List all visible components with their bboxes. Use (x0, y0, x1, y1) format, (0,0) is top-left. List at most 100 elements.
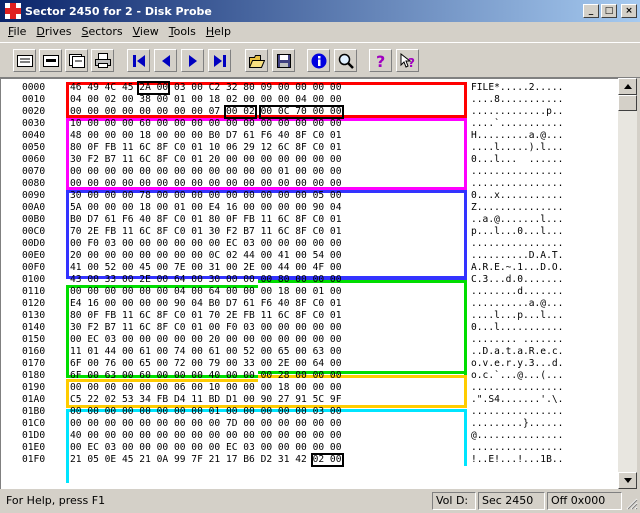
dump-ascii[interactable]: o.c.`...@...(... (471, 370, 563, 382)
menu-help[interactable]: Help (201, 25, 236, 38)
dump-ascii[interactable]: A.R.E.~.1...D.O. (471, 262, 563, 274)
maximize-button[interactable]: □ (601, 4, 617, 18)
view-words-icon[interactable] (39, 49, 62, 72)
dump-offset[interactable]: 00A0 (22, 202, 45, 214)
view-bytes-icon[interactable] (13, 49, 36, 72)
dump-offset[interactable]: 00F0 (22, 262, 45, 274)
dump-offset[interactable]: 0140 (22, 322, 45, 334)
print-icon[interactable] (91, 49, 114, 72)
dump-hex[interactable]: 41 00 52 00 45 00 7E 00 31 00 2E 00 44 0… (70, 262, 341, 274)
dump-offset[interactable]: 00C0 (22, 226, 45, 238)
menu-drives[interactable]: Drives (31, 25, 76, 38)
dump-ascii[interactable]: ....8........... (471, 94, 563, 106)
menu-sectors[interactable]: Sectors (77, 25, 128, 38)
dump-ascii[interactable]: H.........a.@... (471, 130, 563, 142)
dump-ascii[interactable]: 0...l........... (471, 322, 563, 334)
scroll-up-button[interactable] (618, 78, 637, 95)
hex-dump-view[interactable]: 0000 46 49 4C 45 2A 00 03 00 C2 32 80 09 … (0, 78, 618, 489)
vertical-scrollbar[interactable] (618, 78, 637, 489)
dump-offset[interactable]: 0080 (22, 178, 45, 190)
dump-offset[interactable]: 0020 (22, 106, 45, 118)
dump-ascii[interactable]: ....l.....).l... (471, 142, 563, 154)
dump-offset[interactable]: 0110 (22, 286, 45, 298)
dump-hex[interactable]: 30 00 00 00 78 00 00 00 00 00 00 00 00 0… (70, 190, 341, 202)
dump-hex[interactable]: 80 0F FB 11 6C 8F C0 01 70 2E FB 11 6C 8… (70, 310, 341, 322)
dump-hex[interactable]: 43 00 33 00 2E 00 64 00 30 00 00 00 80 0… (70, 274, 341, 286)
dump-offset[interactable]: 0100 (22, 274, 45, 286)
dump-ascii[interactable]: ................ (471, 382, 563, 394)
dump-ascii[interactable]: FILE*.....2..... (471, 82, 563, 94)
dump-ascii[interactable]: ........d....... (471, 286, 563, 298)
dump-offset[interactable]: 01B0 (22, 406, 45, 418)
dump-hex[interactable]: 70 2E FB 11 6C 8F C0 01 30 F2 B7 11 6C 8… (70, 226, 341, 238)
dump-ascii[interactable]: ........ ....... (471, 334, 563, 346)
find-icon[interactable] (334, 49, 357, 72)
close-button[interactable]: × (621, 4, 637, 18)
dump-offset[interactable]: 00D0 (22, 238, 45, 250)
dump-hex[interactable]: 00 00 00 00 00 00 00 00 00 00 00 00 00 0… (70, 178, 341, 190)
dump-hex[interactable]: 00 EC 03 00 00 00 00 00 00 EC 03 00 00 0… (70, 442, 341, 454)
dump-hex[interactable]: 00 00 00 00 00 00 04 00 64 00 00 00 18 0… (70, 286, 341, 298)
context-help-icon[interactable]: ? (396, 49, 419, 72)
dump-ascii[interactable]: ..a.@.......l... (471, 214, 563, 226)
open-icon[interactable] (245, 49, 268, 72)
dump-offset[interactable]: 01D0 (22, 430, 45, 442)
dump-offset[interactable]: 0000 (22, 82, 45, 94)
dump-hex[interactable]: 6F 00 76 00 65 00 72 00 79 00 33 00 2E 0… (70, 358, 341, 370)
dump-ascii[interactable]: @............... (471, 430, 563, 442)
dump-offset[interactable]: 0010 (22, 94, 45, 106)
dump-hex[interactable]: C5 22 02 53 34 FB D4 11 BD D1 00 90 27 9… (70, 394, 341, 406)
dump-ascii[interactable]: ..........a.@... (471, 298, 563, 310)
dump-hex[interactable]: 21 05 0E 45 21 0A 99 7F 21 17 B6 D2 31 4… (70, 454, 341, 466)
dump-ascii[interactable]: ................ (471, 178, 563, 190)
dump-hex[interactable]: 46 49 4C 45 2A 00 03 00 C2 32 80 09 00 0… (70, 82, 341, 94)
dump-ascii[interactable]: ..........D.A.T. (471, 250, 563, 262)
dump-hex[interactable]: 5A 00 00 00 18 00 01 00 E4 16 00 00 00 0… (70, 202, 341, 214)
previous-sector-icon[interactable] (154, 49, 177, 72)
dump-offset[interactable]: 01A0 (22, 394, 45, 406)
dump-offset[interactable]: 0030 (22, 118, 45, 130)
dump-ascii[interactable]: ....`........... (471, 118, 563, 130)
menu-file[interactable]: File (3, 25, 31, 38)
dump-hex[interactable]: 10 00 00 00 60 00 00 00 00 00 00 00 00 0… (70, 118, 341, 130)
dump-offset[interactable]: 0180 (22, 370, 45, 382)
dump-ascii[interactable]: ................ (471, 238, 563, 250)
dump-ascii[interactable]: ................ (471, 442, 563, 454)
dump-offset[interactable]: 0040 (22, 130, 45, 142)
dump-ascii[interactable]: ................ (471, 166, 563, 178)
dump-ascii[interactable]: p...l...0...l... (471, 226, 563, 238)
dump-ascii[interactable]: 0...l... ...... (471, 154, 563, 166)
dump-offset[interactable]: 01E0 (22, 442, 45, 454)
menu-tools[interactable]: Tools (164, 25, 201, 38)
info-icon[interactable] (307, 49, 330, 72)
dump-hex[interactable]: 48 00 00 00 18 00 00 00 B0 D7 61 F6 40 8… (70, 130, 341, 142)
dump-offset[interactable]: 0090 (22, 190, 45, 202)
dump-hex[interactable]: 00 00 00 00 00 00 00 00 00 7D 00 00 00 0… (70, 418, 341, 430)
dump-ascii[interactable]: .........}...... (471, 418, 563, 430)
resize-grip-icon[interactable] (626, 498, 638, 510)
dump-offset[interactable]: 0190 (22, 382, 45, 394)
dump-offset[interactable]: 0050 (22, 142, 45, 154)
dump-ascii[interactable]: C.3...d.0....... (471, 274, 563, 286)
dump-ascii[interactable]: ................ (471, 406, 563, 418)
title-bar[interactable]: Sector 2450 for 2 - Disk Probe _ □ × (0, 0, 640, 22)
dump-offset[interactable]: 0130 (22, 310, 45, 322)
help-icon[interactable]: ? (369, 49, 392, 72)
dump-offset[interactable]: 0070 (22, 166, 45, 178)
dump-hex[interactable]: 00 EC 03 00 00 00 00 00 20 00 00 00 00 0… (70, 334, 341, 346)
dump-hex[interactable]: 00 F0 03 00 00 00 00 00 00 EC 03 00 00 0… (70, 238, 341, 250)
dump-offset[interactable]: 01F0 (22, 454, 45, 466)
dump-hex[interactable]: 11 01 44 00 61 00 74 00 61 00 52 00 65 0… (70, 346, 341, 358)
dump-hex[interactable]: 00 00 00 00 00 00 00 00 01 00 00 00 00 0… (70, 406, 341, 418)
dump-hex[interactable]: 00 00 00 00 00 00 06 00 10 00 00 00 18 0… (70, 382, 341, 394)
dump-ascii[interactable]: 0...x........... (471, 190, 563, 202)
dump-offset[interactable]: 0060 (22, 154, 45, 166)
dump-offset[interactable]: 0170 (22, 358, 45, 370)
first-sector-icon[interactable] (127, 49, 150, 72)
dump-offset[interactable]: 0160 (22, 346, 45, 358)
dump-ascii[interactable]: ..D.a.t.a.R.e.c. (471, 346, 563, 358)
dump-offset[interactable]: 00B0 (22, 214, 45, 226)
dump-ascii[interactable]: o.v.e.r.y.3...d. (471, 358, 563, 370)
view-dwords-icon[interactable] (65, 49, 88, 72)
scroll-thumb[interactable] (618, 95, 637, 111)
